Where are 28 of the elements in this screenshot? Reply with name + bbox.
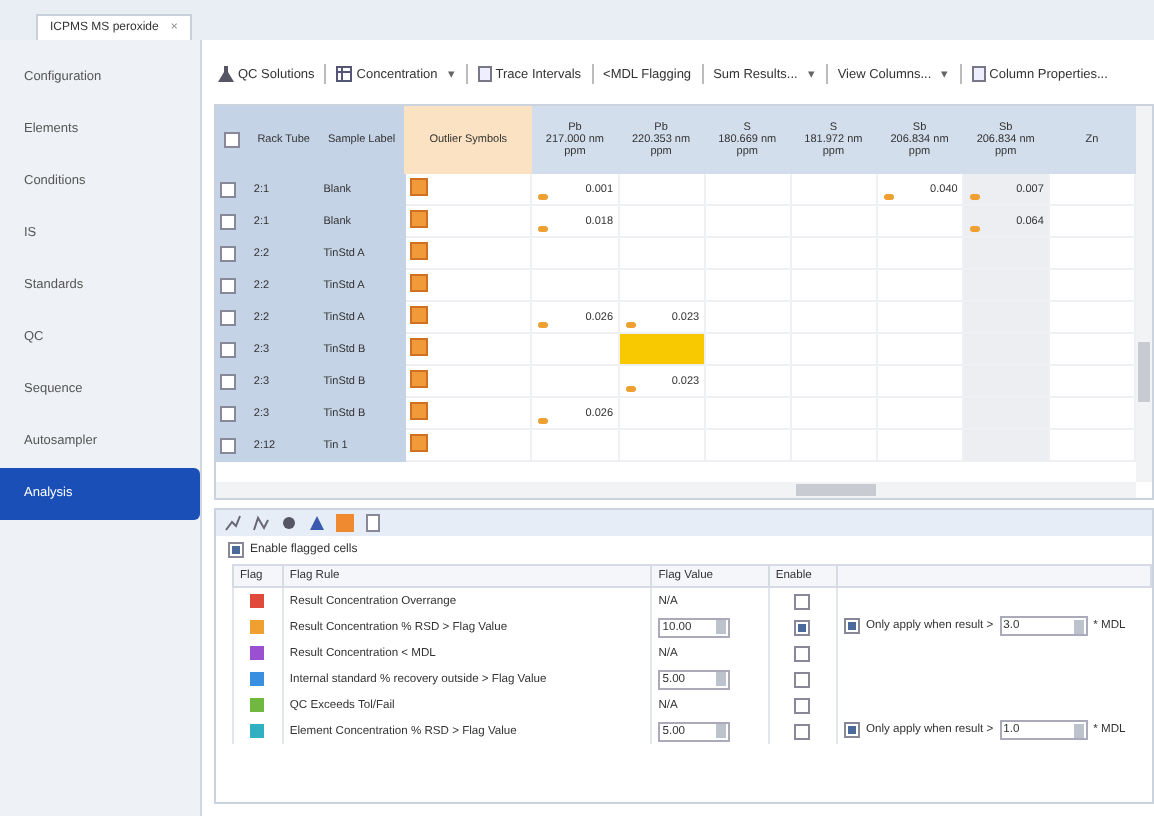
row-checkbox[interactable] [220, 277, 236, 293]
enable-checkbox[interactable] [228, 542, 244, 558]
table-icon [336, 66, 353, 82]
row-checkbox[interactable] [220, 373, 236, 389]
scrollbar-thumb[interactable] [1138, 342, 1150, 402]
condition-checkbox[interactable] [844, 618, 860, 634]
enable-checkbox[interactable] [794, 593, 811, 609]
enable-checkbox[interactable] [794, 723, 811, 739]
row-checkbox[interactable] [220, 213, 236, 229]
row-checkbox[interactable] [220, 405, 236, 421]
row-checkbox[interactable] [220, 341, 236, 357]
enable-checkbox[interactable] [794, 671, 811, 687]
document-icon [477, 66, 492, 82]
document-icon[interactable] [364, 514, 382, 532]
document-icon [971, 66, 986, 82]
row-checkbox[interactable] [220, 437, 236, 453]
circle-icon[interactable] [280, 514, 298, 532]
row-checkbox[interactable] [220, 245, 236, 261]
flask-icon [218, 66, 234, 82]
triangle-icon[interactable] [308, 514, 326, 532]
row-checkbox[interactable] [220, 181, 236, 197]
row-checkbox[interactable] [220, 309, 236, 325]
scrollbar-thumb[interactable] [796, 484, 876, 496]
condition-checkbox[interactable] [844, 722, 860, 738]
enable-checkbox[interactable] [794, 619, 811, 635]
enable-checkbox[interactable] [794, 645, 811, 661]
enable-checkbox[interactable] [794, 697, 811, 713]
select-all-checkbox[interactable] [224, 132, 241, 148]
